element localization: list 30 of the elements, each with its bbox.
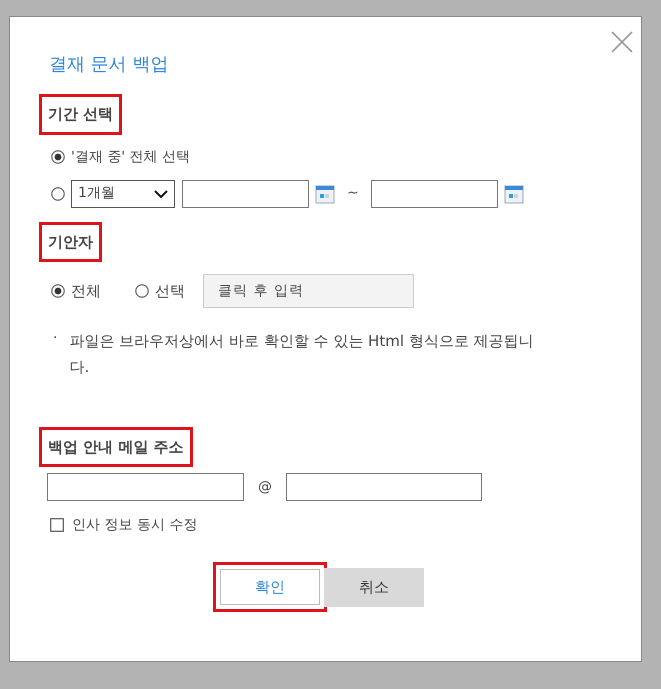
- section-heading: 백업 안내 메일 주소: [39, 426, 193, 467]
- email-id-field[interactable]: [47, 473, 244, 501]
- confirm-button[interactable]: 확인: [220, 569, 320, 605]
- radio-label: '결재 중' 전체 선택: [71, 148, 190, 166]
- section-heading: 기안자: [39, 222, 102, 262]
- checkbox-label: 인사 정보 동시 수정: [72, 516, 198, 535]
- drafter-field[interactable]: 클릭 후 입력: [203, 274, 414, 308]
- radio-label: 선택: [155, 280, 185, 302]
- section-heading: 기간 선택: [39, 94, 122, 134]
- start-date-field[interactable]: [182, 180, 309, 208]
- calendar-icon[interactable]: [504, 184, 524, 204]
- close-button[interactable]: [609, 29, 635, 55]
- radio-button[interactable]: [51, 284, 65, 298]
- at-sign: @: [258, 478, 272, 496]
- calendar-icon[interactable]: [315, 184, 335, 204]
- email-domain-field[interactable]: [286, 473, 482, 501]
- checkbox[interactable]: [50, 518, 64, 532]
- radio-button[interactable]: [51, 150, 65, 164]
- bullet: ·: [53, 329, 58, 348]
- close-icon: [610, 30, 634, 54]
- end-date-field[interactable]: [370, 180, 498, 208]
- radio-button[interactable]: [51, 186, 65, 200]
- chevron-down-icon: [154, 188, 168, 198]
- range-separator: ~: [347, 184, 359, 203]
- cancel-button[interactable]: 취소: [324, 568, 424, 606]
- dialog-title: 결재 문서 백업: [49, 53, 170, 77]
- info-note: 파일은 브라우저상에서 바로 확인할 수 있는 Html 형식으로 제공됩니다.: [69, 331, 535, 378]
- radio-label: 전체: [71, 280, 101, 302]
- radio-button[interactable]: [135, 284, 149, 298]
- period-dropdown[interactable]: 1개월: [71, 180, 175, 208]
